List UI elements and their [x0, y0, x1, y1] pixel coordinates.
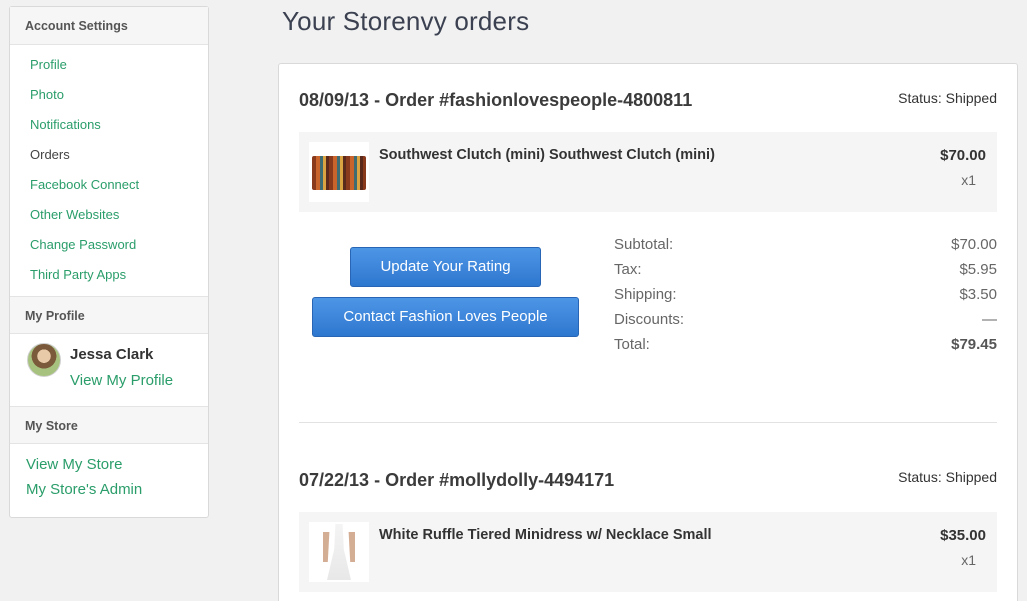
total-row: Total: $79.45: [614, 336, 997, 361]
item-quantity: x1: [961, 172, 976, 188]
view-my-profile-link[interactable]: View My Profile: [70, 372, 173, 389]
item-name[interactable]: White Ruffle Tiered Minidress w/ Necklac…: [379, 527, 712, 543]
sidebar-item-change-password[interactable]: Change Password: [10, 230, 208, 260]
sidebar-item-facebook-connect[interactable]: Facebook Connect: [10, 170, 208, 200]
item-name[interactable]: Southwest Clutch (mini) Southwest Clutch…: [379, 147, 715, 163]
tax-row: Tax: $5.95: [614, 261, 997, 286]
sidebar-item-other-websites[interactable]: Other Websites: [10, 200, 208, 230]
product-thumbnail[interactable]: [309, 142, 369, 202]
order-title: 07/22/13 - Order #mollydolly-4494171: [299, 470, 615, 490]
item-price: $70.00: [940, 147, 986, 164]
product-thumbnail[interactable]: [309, 522, 369, 582]
profile-card: Jessa Clark View My Profile: [10, 334, 208, 406]
total-label: Total:: [614, 336, 650, 353]
order-status: Status: Shipped: [898, 469, 997, 485]
discounts-label: Discounts:: [614, 311, 685, 328]
order-title: 08/09/13 - Order #fashionlovespeople-480…: [299, 90, 693, 110]
clutch-image: [312, 156, 366, 190]
contact-seller-button[interactable]: Contact Fashion Loves People: [312, 297, 579, 337]
discounts-value: —: [982, 311, 997, 328]
order-status: Status: Shipped: [898, 90, 997, 106]
discounts-row: Discounts: —: [614, 311, 997, 336]
subtotal-label: Subtotal:: [614, 236, 674, 253]
account-sidebar: Account Settings Profile Photo Notificat…: [9, 6, 209, 518]
sidebar-item-notifications[interactable]: Notifications: [10, 110, 208, 140]
store-links: View My Store My Store's Admin: [10, 444, 208, 502]
tax-value: $5.95: [959, 261, 997, 278]
item-quantity: x1: [961, 552, 976, 568]
tax-label: Tax:: [614, 261, 642, 278]
update-rating-button[interactable]: Update Your Rating: [350, 247, 541, 287]
sidebar-item-orders[interactable]: Orders: [10, 140, 208, 170]
sidebar-item-profile[interactable]: Profile: [10, 50, 208, 80]
account-nav: Profile Photo Notifications Orders Faceb…: [10, 45, 208, 296]
total-value: $79.45: [951, 336, 997, 353]
item-price: $35.00: [940, 527, 986, 544]
sidebar-item-third-party-apps[interactable]: Third Party Apps: [10, 260, 208, 290]
order-item-row: Southwest Clutch (mini) Southwest Clutch…: [299, 132, 997, 212]
orders-panel: 08/09/13 - Order #fashionlovespeople-480…: [278, 63, 1018, 601]
profile-name: Jessa Clark: [70, 346, 154, 363]
my-store-admin-link[interactable]: My Store's Admin: [26, 477, 208, 502]
view-my-store-link[interactable]: View My Store: [26, 452, 208, 477]
avatar[interactable]: [27, 343, 61, 377]
order-totals: Subtotal: $70.00 Tax: $5.95 Shipping: $3…: [614, 236, 997, 361]
shipping-row: Shipping: $3.50: [614, 286, 997, 311]
my-store-heading: My Store: [10, 406, 208, 444]
account-settings-heading: Account Settings: [10, 7, 208, 45]
subtotal-value: $70.00: [951, 236, 997, 253]
shipping-value: $3.50: [959, 286, 997, 303]
page-title: Your Storenvy orders: [282, 6, 530, 36]
dress-image: [327, 524, 351, 580]
sidebar-item-photo[interactable]: Photo: [10, 80, 208, 110]
my-profile-heading: My Profile: [10, 296, 208, 334]
shipping-label: Shipping:: [614, 286, 677, 303]
subtotal-row: Subtotal: $70.00: [614, 236, 997, 261]
order-item-row: White Ruffle Tiered Minidress w/ Necklac…: [299, 512, 997, 592]
order-divider: [299, 422, 997, 423]
